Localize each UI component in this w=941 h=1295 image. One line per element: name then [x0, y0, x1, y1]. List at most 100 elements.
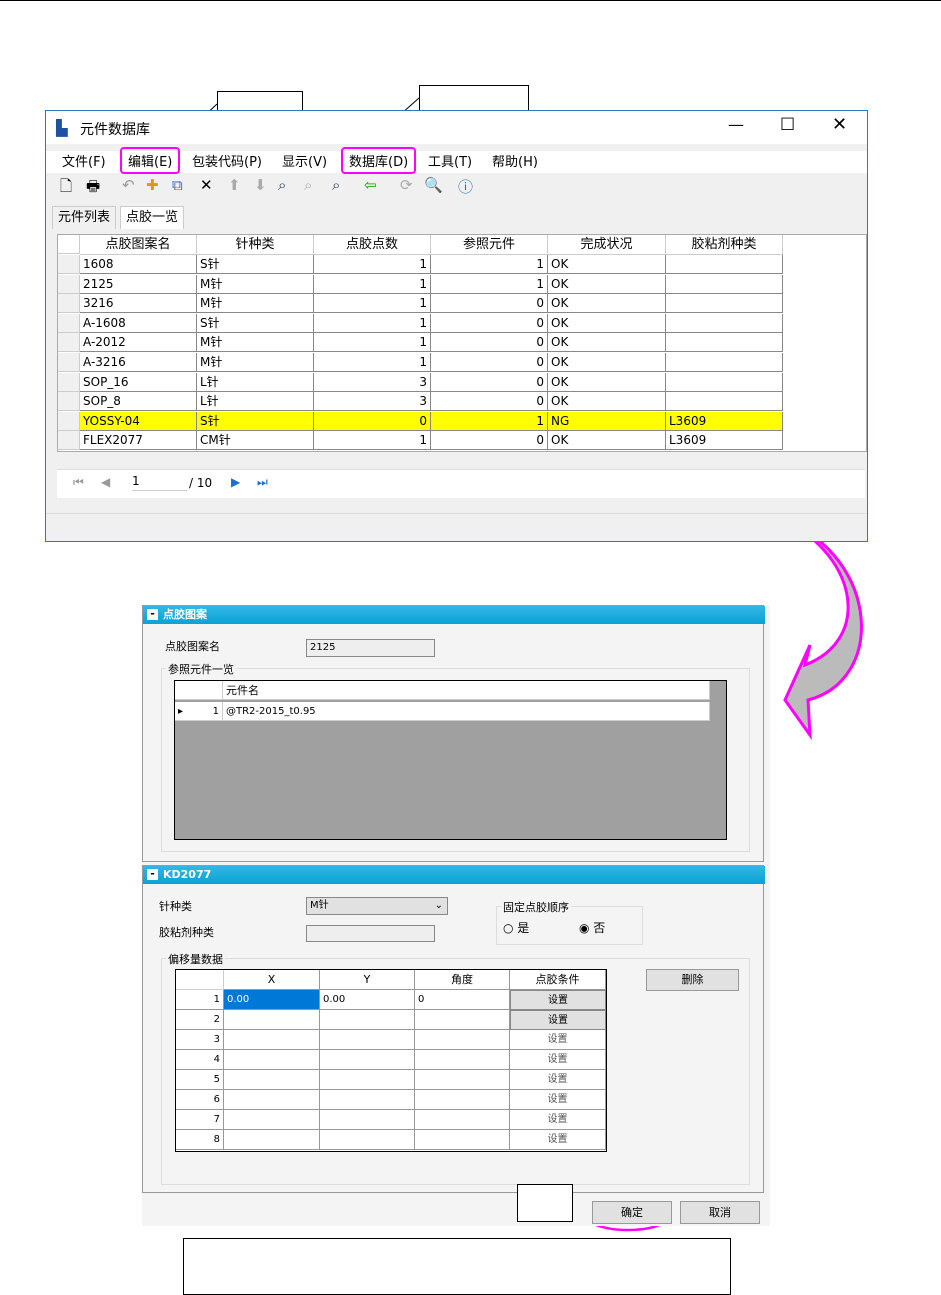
table-cell[interactable]: L3609 — [666, 411, 783, 431]
table-cell[interactable]: OK — [548, 255, 666, 274]
set-button[interactable]: 设置 — [510, 1110, 606, 1130]
collapse-icon[interactable]: - — [147, 608, 158, 620]
table-cell[interactable] — [224, 1070, 320, 1090]
column-header[interactable]: 胶粘剂种类 — [666, 235, 783, 255]
import-icon[interactable]: ⇦ — [364, 176, 377, 194]
table-cell[interactable] — [320, 1010, 415, 1030]
table-cell[interactable]: M针 — [197, 333, 314, 353]
move-up-icon[interactable]: ⬆ — [228, 176, 241, 194]
table-cell[interactable]: OK — [548, 353, 666, 372]
row-header[interactable]: 2 — [176, 1010, 224, 1030]
table-cell[interactable]: SOP_16 — [80, 372, 197, 392]
menu-tools[interactable]: 工具(T) — [428, 151, 472, 170]
table-cell[interactable]: 1608 — [80, 255, 197, 274]
row-header[interactable] — [58, 294, 80, 314]
table-cell[interactable] — [666, 313, 783, 333]
help-icon[interactable]: ⓘ — [458, 176, 473, 197]
pattern-name-field[interactable]: 2125 — [306, 639, 435, 657]
row-header[interactable]: 8 — [176, 1130, 224, 1150]
table-cell[interactable]: 0 — [431, 431, 548, 451]
table-cell[interactable]: OK — [548, 372, 666, 392]
table-cell[interactable] — [666, 372, 783, 392]
preview-icon[interactable]: 🔍 — [424, 176, 443, 194]
set-button[interactable]: 设置 — [510, 1070, 606, 1090]
table-cell[interactable] — [666, 255, 783, 274]
table-cell[interactable]: 0 — [431, 333, 548, 353]
table-cell[interactable]: FLEX2077 — [80, 431, 197, 451]
maximize-button[interactable]: ☐ — [780, 115, 795, 135]
row-header[interactable] — [58, 411, 80, 431]
table-cell[interactable] — [415, 1090, 510, 1110]
table-cell[interactable]: M针 — [197, 274, 314, 294]
menu-view[interactable]: 显示(V) — [282, 151, 327, 170]
row-header[interactable]: 5 — [176, 1070, 224, 1090]
table-cell[interactable] — [224, 1110, 320, 1130]
table-cell[interactable]: S针 — [197, 255, 314, 274]
table-cell[interactable]: OK — [548, 313, 666, 333]
table-cell[interactable]: 0.00 — [224, 990, 320, 1010]
collapse-icon[interactable]: - — [147, 868, 158, 880]
table-cell[interactable]: OK — [548, 274, 666, 294]
set-button[interactable]: 设置 — [510, 1130, 606, 1150]
table-cell[interactable]: M针 — [197, 353, 314, 372]
menu-help[interactable]: 帮助(H) — [492, 151, 538, 170]
menu-edit[interactable]: 编辑(E) — [120, 147, 181, 174]
menu-package-code[interactable]: 包装代码(P) — [192, 151, 262, 170]
table-cell[interactable]: A-3216 — [80, 353, 197, 372]
next-page-button[interactable]: ▶ — [231, 475, 240, 489]
table-cell[interactable] — [224, 1010, 320, 1030]
close-button[interactable]: ✕ — [832, 114, 847, 135]
row-header[interactable] — [58, 372, 80, 392]
table-cell[interactable] — [415, 1030, 510, 1050]
ok-button[interactable]: 确定 — [592, 1201, 672, 1224]
table-cell[interactable]: 0 — [415, 990, 510, 1010]
table-cell[interactable]: S针 — [197, 411, 314, 431]
print-icon[interactable]: 🖶 — [86, 176, 100, 201]
table-cell[interactable] — [415, 1010, 510, 1030]
undo-icon[interactable]: ↶ — [122, 176, 135, 194]
table-cell[interactable] — [415, 1050, 510, 1070]
new-icon[interactable]: 🗋 — [60, 176, 72, 201]
table-cell[interactable]: 1 — [314, 353, 431, 372]
prev-page-button[interactable]: ◀ — [101, 475, 110, 489]
row-header[interactable]: 3 — [176, 1030, 224, 1050]
delete-icon[interactable]: ✕ — [200, 176, 213, 194]
table-cell[interactable]: A-2012 — [80, 333, 197, 353]
table-cell[interactable] — [320, 1090, 415, 1110]
find-prev-icon[interactable]: ⌕ — [304, 176, 312, 194]
cancel-button[interactable]: 取消 — [680, 1201, 760, 1224]
row-header[interactable] — [58, 353, 80, 372]
table-cell[interactable]: OK — [548, 294, 666, 314]
table-cell[interactable] — [224, 1130, 320, 1150]
set-button[interactable]: 设置 — [510, 1030, 606, 1050]
table-cell[interactable]: 0 — [431, 392, 548, 412]
table-cell[interactable]: YOSSY-04 — [80, 411, 197, 431]
row-header[interactable] — [58, 255, 80, 274]
set-button[interactable]: 设置 — [510, 1010, 606, 1030]
row-header[interactable]: 1 — [176, 990, 224, 1010]
set-button[interactable]: 设置 — [510, 990, 606, 1010]
ref-row-header[interactable]: ▸ 1 — [175, 702, 223, 721]
table-cell[interactable] — [666, 294, 783, 314]
row-header[interactable]: 7 — [176, 1110, 224, 1130]
table-cell[interactable]: 3 — [314, 392, 431, 412]
ref-row-name[interactable]: @TR2-2015_t0.95 — [223, 702, 710, 721]
refresh-icon[interactable]: ⟳ — [400, 176, 413, 194]
table-cell[interactable]: L3609 — [666, 431, 783, 451]
tab-dispense-list[interactable]: 点胶一览 — [120, 206, 185, 229]
table-cell[interactable]: 1 — [314, 255, 431, 274]
column-header[interactable]: 点胶图案名 — [80, 235, 197, 255]
find-next-icon[interactable]: ⌕ — [332, 176, 340, 194]
row-header[interactable]: 4 — [176, 1050, 224, 1070]
table-cell[interactable]: OK — [548, 431, 666, 451]
table-cell[interactable] — [666, 353, 783, 372]
column-header[interactable]: 完成状况 — [548, 235, 666, 255]
table-cell[interactable]: 0.00 — [320, 990, 415, 1010]
table-cell[interactable]: 1 — [314, 431, 431, 451]
table-cell[interactable]: 0 — [431, 313, 548, 333]
table-cell[interactable]: 1 — [314, 294, 431, 314]
set-button[interactable]: 设置 — [510, 1050, 606, 1070]
table-cell[interactable] — [320, 1030, 415, 1050]
column-header[interactable]: 针种类 — [197, 235, 314, 255]
table-cell[interactable] — [320, 1110, 415, 1130]
